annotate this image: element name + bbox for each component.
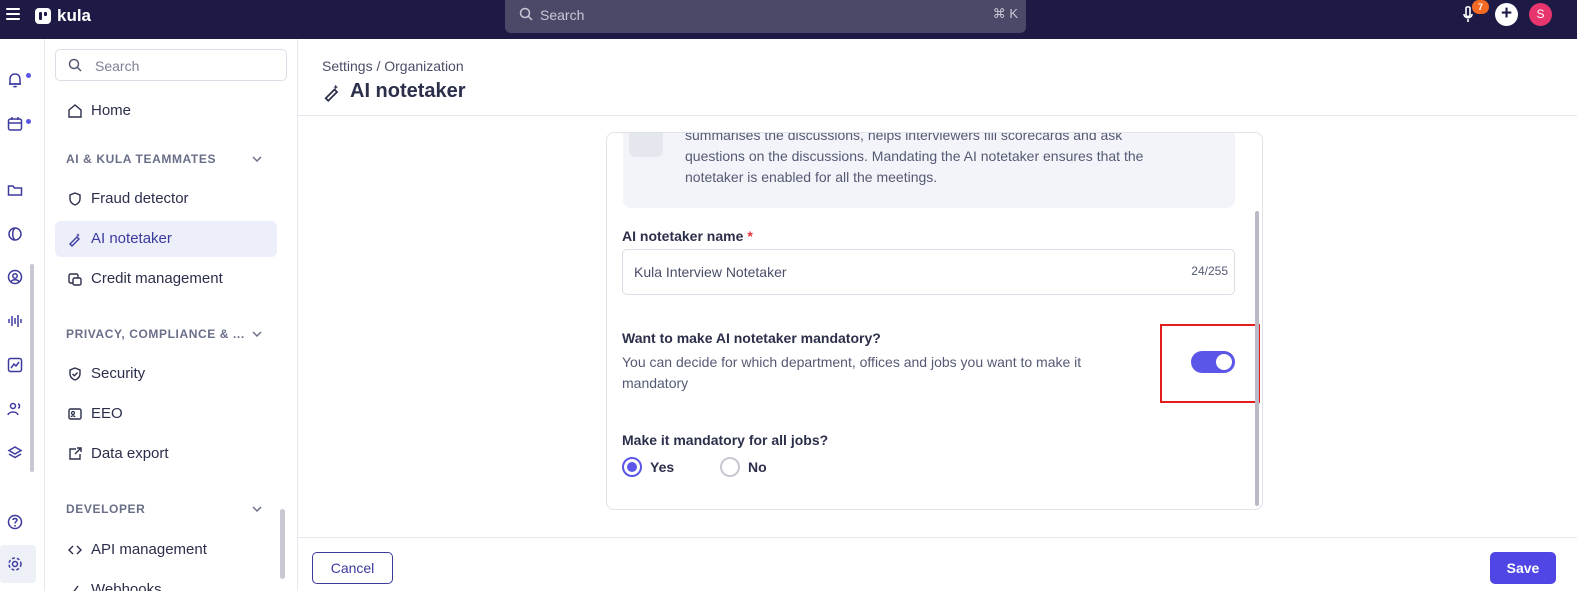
page-title: AI notetaker xyxy=(322,80,466,103)
card-scrollbar[interactable] xyxy=(1255,211,1259,506)
sidebar-item-label: Data export xyxy=(91,445,169,462)
folder-icon[interactable] xyxy=(6,181,24,199)
settings-sidebar: Search Home AI & KULA TEAMMATES Fraud de… xyxy=(45,39,298,591)
code-icon xyxy=(68,545,82,555)
cancel-button[interactable]: Cancel xyxy=(312,552,393,584)
users-icon[interactable] xyxy=(6,400,24,418)
search-icon xyxy=(519,7,533,21)
menu-icon[interactable] xyxy=(6,8,20,20)
sidebar-section-title: AI & KULA TEAMMATES xyxy=(66,152,217,166)
gear-icon[interactable] xyxy=(6,555,24,573)
global-search[interactable]: Search ⌘ K xyxy=(505,0,1026,33)
radio-label: Yes xyxy=(650,459,675,475)
shield-check-icon xyxy=(69,367,81,381)
sidebar-item-home[interactable]: Home xyxy=(55,93,277,129)
bell-icon[interactable] xyxy=(6,71,24,89)
top-bar: kula Search ⌘ K 7 + S xyxy=(0,0,1577,39)
notetaker-name-label-text: AI notetaker name xyxy=(622,228,744,244)
radio-yes[interactable]: Yes xyxy=(622,457,674,477)
sidebar-search-input[interactable]: Search xyxy=(55,49,287,81)
sidebar-item-data-export[interactable]: Data export xyxy=(55,436,277,472)
document-icon xyxy=(629,133,663,157)
magic-pen-icon xyxy=(69,233,80,247)
info-text: summarises the discussions, helps interv… xyxy=(685,132,1205,188)
search-icon xyxy=(68,58,82,72)
sidebar-item-label: Fraud detector xyxy=(91,190,189,207)
help-icon[interactable] xyxy=(6,513,24,531)
sidebar-section-title: PRIVACY, COMPLIANCE & ... xyxy=(66,327,245,341)
calendar-icon[interactable] xyxy=(6,115,24,133)
all-jobs-question: Make it mandatory for all jobs? xyxy=(622,432,829,448)
sidebar-item-security[interactable]: Security xyxy=(55,356,277,392)
chevron-down-icon[interactable] xyxy=(251,153,263,165)
app-name: kula xyxy=(57,6,92,25)
sidebar-item-label: Home xyxy=(91,102,132,119)
sidebar-section-title: DEVELOPER xyxy=(66,502,146,516)
sidebar-item-label: Credit management xyxy=(91,270,223,287)
sidebar-item-label: Webhooks xyxy=(91,581,162,591)
coins-icon xyxy=(68,273,82,286)
info-text-line: summarises the discussions, helps interv… xyxy=(685,132,1123,143)
sidebar-item-eeo[interactable]: EEO xyxy=(55,396,277,432)
chevron-down-icon[interactable] xyxy=(251,328,263,340)
add-button[interactable]: + xyxy=(1495,3,1518,26)
sidebar-search-placeholder: Search xyxy=(95,58,140,74)
home-icon xyxy=(68,104,82,118)
analytics-icon[interactable] xyxy=(6,356,24,374)
user-avatar[interactable]: S xyxy=(1529,3,1552,26)
notetaker-name-input[interactable]: Kula Interview Notetaker 24/255 xyxy=(622,249,1235,295)
notification-badge: 7 xyxy=(1472,0,1489,14)
search-shortcut: ⌘ K xyxy=(992,6,1018,21)
notetaker-name-label: AI notetaker name * xyxy=(622,228,753,244)
info-text-line: questions on the discussions. Mandating … xyxy=(685,148,1144,164)
sidebar-item-fraud-detector[interactable]: Fraud detector xyxy=(55,181,277,217)
chevron-down-icon[interactable] xyxy=(251,503,263,515)
sidebar-item-ai-notetaker[interactable]: AI notetaker xyxy=(55,221,277,257)
notetaker-settings-card: summarises the discussions, helps interv… xyxy=(606,132,1263,510)
user-circle-icon[interactable] xyxy=(6,268,24,286)
sidebar-item-webhooks[interactable]: Webhooks xyxy=(55,572,277,591)
page-title-text: AI notetaker xyxy=(350,80,466,102)
sidebar-item-label: AI notetaker xyxy=(91,230,172,247)
sidebar-item-label: EEO xyxy=(91,405,123,422)
footer-divider xyxy=(298,537,1577,538)
layers-icon[interactable] xyxy=(6,444,24,462)
required-mark: * xyxy=(747,228,753,244)
radio-indicator xyxy=(622,457,642,477)
notetaker-name-value: Kula Interview Notetaker xyxy=(634,264,787,280)
mandatory-description: You can decide for which department, off… xyxy=(622,354,1082,391)
rail-scrollbar[interactable] xyxy=(30,264,34,472)
breadcrumb: Settings / Organization xyxy=(322,58,464,74)
save-button[interactable]: Save xyxy=(1490,552,1556,584)
header-divider xyxy=(298,115,1577,116)
global-search-placeholder: Search xyxy=(540,7,585,23)
character-counter: 24/255 xyxy=(1191,264,1228,278)
magic-pen-icon xyxy=(324,84,339,102)
sidebar-item-api-management[interactable]: API management xyxy=(55,532,277,568)
sidebar-item-credit-management[interactable]: Credit management xyxy=(55,261,277,297)
webhook-icon xyxy=(73,585,79,591)
mandatory-question: Want to make AI notetaker mandatory? xyxy=(622,330,881,346)
calendar-unread-dot xyxy=(26,119,31,124)
shield-icon xyxy=(69,192,81,206)
sidebar-scrollbar[interactable] xyxy=(280,509,285,579)
bell-unread-dot xyxy=(26,73,31,78)
sidebar-item-label: API management xyxy=(91,541,207,558)
half-circle-icon[interactable] xyxy=(6,225,24,243)
id-card-icon xyxy=(68,408,82,420)
kula-logo-icon xyxy=(35,8,51,24)
export-icon xyxy=(69,447,82,460)
radio-indicator xyxy=(720,457,740,477)
highlight-box xyxy=(1160,324,1260,403)
radio-label: No xyxy=(748,459,767,475)
app-logo[interactable]: kula xyxy=(35,6,91,26)
radio-no[interactable]: No xyxy=(720,457,767,477)
sidebar-item-label: Security xyxy=(91,365,146,382)
audio-wave-icon[interactable] xyxy=(6,312,24,330)
info-text-line: notetaker is enabled for all the meeting… xyxy=(685,169,938,185)
icon-rail xyxy=(0,39,45,591)
